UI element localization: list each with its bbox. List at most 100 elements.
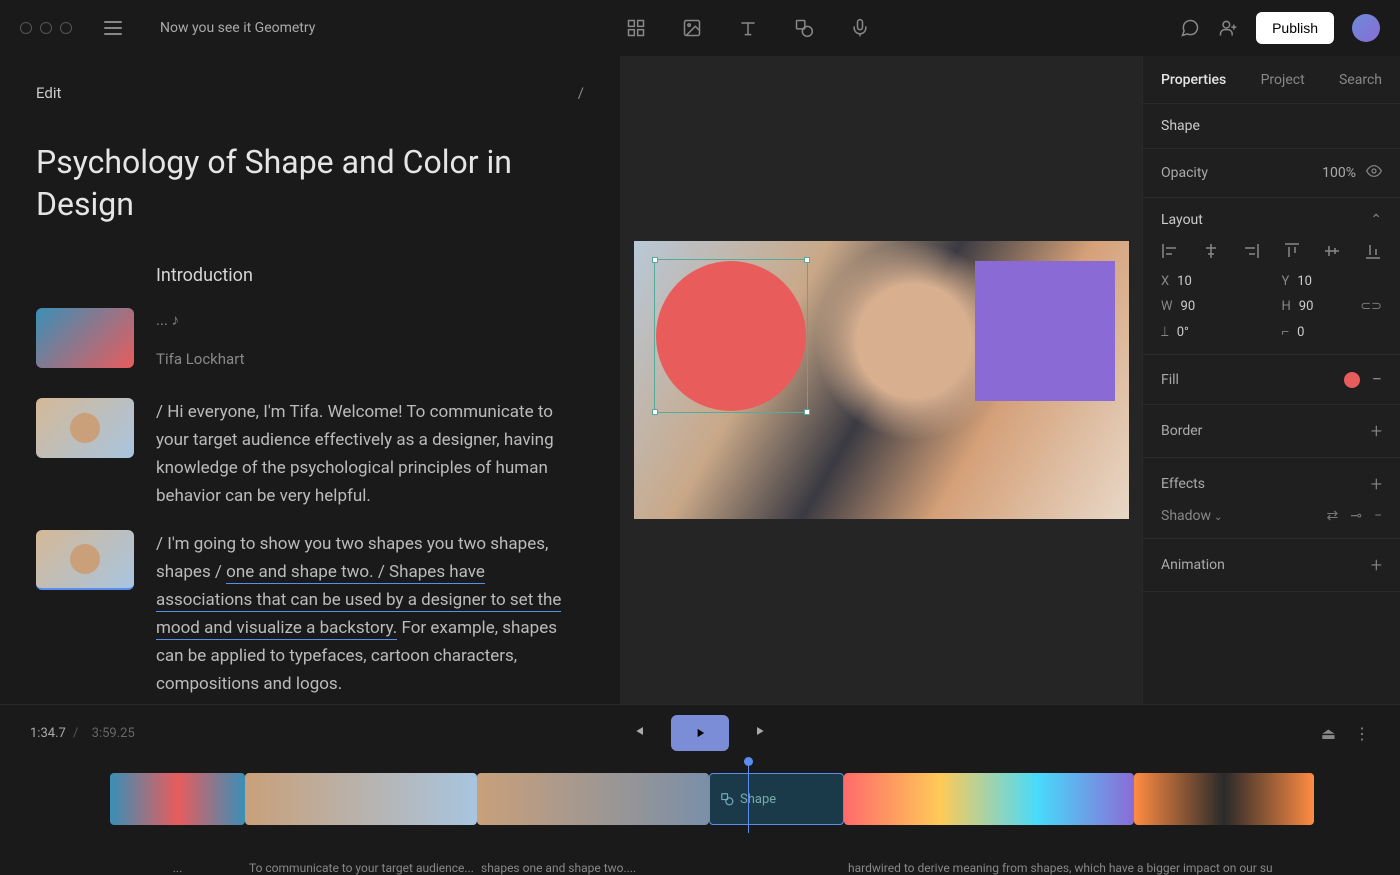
maximize-window-button[interactable] <box>60 22 72 34</box>
shape-square[interactable] <box>975 261 1115 401</box>
current-time: 1:34.7 <box>30 726 66 741</box>
align-center-v-icon[interactable] <box>1323 242 1341 260</box>
chevron-up-icon[interactable]: ⌃ <box>1370 212 1382 228</box>
timeline-clip[interactable] <box>110 773 245 825</box>
playhead[interactable] <box>748 761 749 833</box>
h-label: H <box>1282 299 1291 314</box>
layout-label: Layout <box>1161 212 1203 228</box>
tab-project[interactable]: Project <box>1261 72 1305 88</box>
eject-icon[interactable]: ⏏ <box>1321 724 1336 743</box>
align-center-h-icon[interactable] <box>1202 242 1220 260</box>
timeline-clip[interactable] <box>477 773 709 825</box>
timeline[interactable]: Shape <box>0 761 1400 857</box>
rotation-value[interactable]: 0° <box>1177 325 1189 340</box>
close-window-button[interactable] <box>20 22 32 34</box>
minimize-window-button[interactable] <box>40 22 52 34</box>
resize-handle[interactable] <box>652 409 658 415</box>
bottom-bar: 1:34.7 / 3:59.25 ⏏ ⋮ <box>0 704 1400 875</box>
timeline-clip[interactable] <box>844 773 1134 825</box>
window-controls <box>20 22 72 34</box>
remove-effect-icon[interactable]: − <box>1374 508 1382 524</box>
opacity-value[interactable]: 100% <box>1322 165 1356 181</box>
project-title: Now you see it Geometry <box>160 20 315 36</box>
clip-thumbnail[interactable] <box>36 308 134 368</box>
editor-marker: / <box>578 84 584 102</box>
total-time: 3:59.25 <box>92 726 135 741</box>
shape-clip-label: Shape <box>740 792 776 807</box>
timeline-clip[interactable] <box>245 773 477 825</box>
timeline-caption: shapes one and shape two.... <box>477 861 709 875</box>
transcript-paragraph[interactable]: / Hi everyone, I'm Tifa. Welcome! To com… <box>156 398 584 510</box>
add-border-icon[interactable]: + <box>1371 419 1382 443</box>
effect-settings-icon[interactable]: ⇄ <box>1327 508 1339 524</box>
y-label: Y <box>1282 274 1290 289</box>
time-display: 1:34.7 / 3:59.25 <box>30 726 230 741</box>
timeline-captions: ... To communicate to your target audien… <box>0 857 1400 875</box>
effects-label: Effects <box>1161 476 1205 492</box>
resize-handle[interactable] <box>804 409 810 415</box>
x-label: X <box>1161 274 1169 289</box>
corner-radius-icon: ⌐ <box>1282 324 1290 340</box>
timeline-caption <box>709 861 844 875</box>
comment-icon[interactable] <box>1180 18 1200 38</box>
clip-thumbnail[interactable] <box>36 398 134 458</box>
canvas-viewport[interactable] <box>620 56 1142 704</box>
shapes-icon[interactable] <box>794 18 814 38</box>
text-icon[interactable] <box>738 18 758 38</box>
speaker-name: Tifa Lockhart <box>156 347 584 372</box>
w-value[interactable]: 90 <box>1181 299 1196 314</box>
more-options-icon[interactable]: ⋮ <box>1354 724 1370 743</box>
align-bottom-icon[interactable] <box>1364 242 1382 260</box>
effect-visibility-icon[interactable]: ⊸ <box>1350 508 1362 524</box>
visibility-icon[interactable] <box>1366 163 1382 183</box>
document-title[interactable]: Psychology of Shape and Color in Design <box>36 142 584 225</box>
section-heading: Introduction <box>156 265 584 286</box>
image-icon[interactable] <box>682 18 702 38</box>
publish-button[interactable]: Publish <box>1256 12 1334 44</box>
fill-label: Fill <box>1161 372 1179 388</box>
add-effect-icon[interactable]: + <box>1371 472 1382 496</box>
resize-handle[interactable] <box>804 257 810 263</box>
remove-fill-icon[interactable]: − <box>1372 369 1382 390</box>
resize-handle[interactable] <box>652 257 658 263</box>
w-label: W <box>1161 299 1173 314</box>
opacity-label: Opacity <box>1161 165 1208 181</box>
properties-panel: Properties Project Search Shape Opacity … <box>1142 56 1400 704</box>
transcript-paragraph[interactable]: / I'm going to show you two shapes you t… <box>156 530 584 698</box>
microphone-icon[interactable] <box>850 18 870 38</box>
h-value[interactable]: 90 <box>1299 299 1314 314</box>
video-frame <box>634 241 1129 519</box>
corner-value[interactable]: 0 <box>1297 325 1304 340</box>
editor-mode-label[interactable]: Edit <box>36 84 61 102</box>
align-right-icon[interactable] <box>1242 242 1260 260</box>
add-animation-icon[interactable]: + <box>1371 553 1382 577</box>
clip-thumbnail-selected[interactable] <box>36 530 134 590</box>
menu-button[interactable] <box>104 21 122 35</box>
shadow-dropdown[interactable]: Shadow⌄ <box>1161 508 1222 524</box>
play-button[interactable] <box>671 715 729 751</box>
timeline-caption: To communicate to your target audience..… <box>245 861 477 875</box>
user-avatar[interactable] <box>1352 14 1380 42</box>
link-dimensions-icon[interactable]: ⊂⊃ <box>1360 299 1382 314</box>
timeline-clip[interactable] <box>1134 773 1314 825</box>
animation-label: Animation <box>1161 557 1225 573</box>
layout-grid-icon[interactable] <box>626 18 646 38</box>
fill-color-swatch[interactable] <box>1344 372 1360 388</box>
align-top-icon[interactable] <box>1283 242 1301 260</box>
transcript-ellipsis: ... ♪ <box>156 308 584 333</box>
y-value[interactable]: 10 <box>1297 274 1312 289</box>
border-label: Border <box>1161 423 1202 439</box>
align-left-icon[interactable] <box>1161 242 1179 260</box>
skip-back-button[interactable] <box>631 723 647 743</box>
tab-properties[interactable]: Properties <box>1161 72 1226 88</box>
topbar: Now you see it Geometry <box>0 0 1400 56</box>
timeline-shape-clip[interactable]: Shape <box>709 773 844 825</box>
add-user-icon[interactable] <box>1218 18 1238 38</box>
tab-search[interactable]: Search <box>1339 72 1382 88</box>
x-value[interactable]: 10 <box>1177 274 1192 289</box>
skip-forward-button[interactable] <box>753 723 769 743</box>
transcript-editor: Edit / Psychology of Shape and Color in … <box>0 56 620 704</box>
timeline-caption: ... <box>110 861 245 875</box>
timeline-caption: hardwired to derive meaning from shapes,… <box>844 861 1370 875</box>
shape-circle[interactable] <box>656 261 806 411</box>
